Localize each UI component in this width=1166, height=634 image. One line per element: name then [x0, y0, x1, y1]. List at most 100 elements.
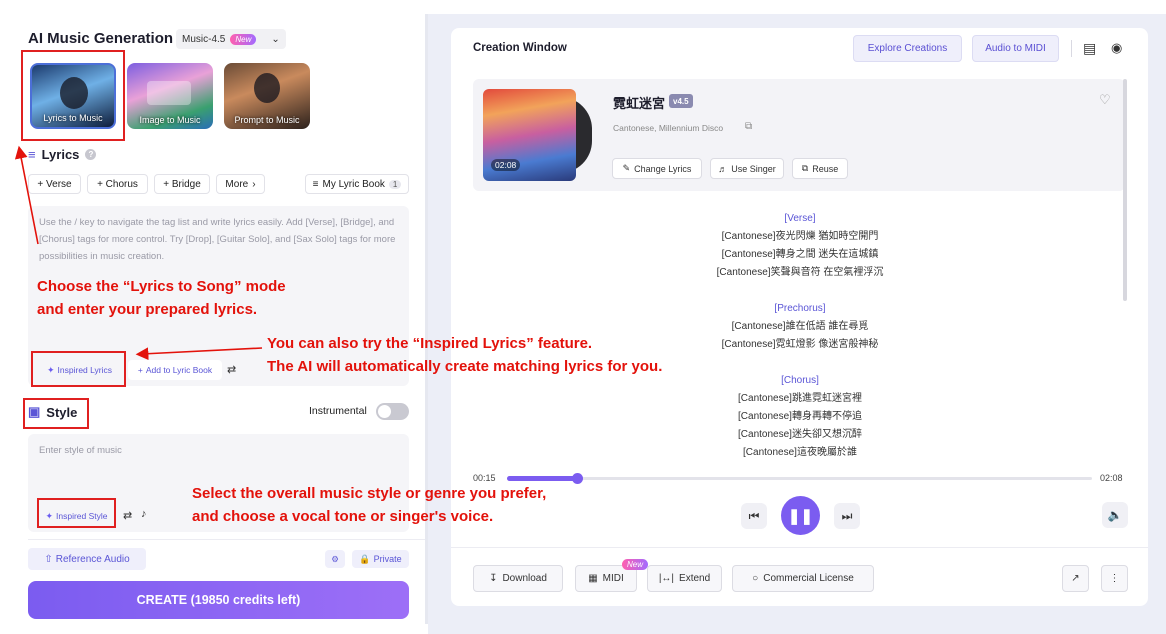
download-button[interactable]: ↧ Download	[473, 565, 563, 592]
change-lyrics-label: Change Lyrics	[634, 163, 692, 174]
new-badge: New	[230, 33, 257, 45]
lyrics-section-tag: [Verse]	[784, 213, 816, 224]
annotation-line: You can also try the “Inspired Lyrics” f…	[267, 335, 593, 352]
reuse-label: Reuse	[812, 163, 839, 174]
voice-icon[interactable]: ♪	[141, 508, 147, 520]
lyrics-placeholder: Use the / key to navigate the tag list a…	[39, 217, 396, 262]
settings-gear-icon[interactable]: ⚙	[325, 550, 345, 568]
help-icon[interactable]: ?	[85, 149, 97, 160]
next-track-icon[interactable]: ⏭	[834, 503, 860, 529]
more-options-icon[interactable]: ⋮	[1101, 565, 1128, 592]
model-selector[interactable]: Music-4.5 New ⌄	[176, 29, 286, 49]
piano-icon: ▦	[588, 573, 598, 584]
extend-label: Extend	[679, 573, 711, 584]
lyrics-gap	[560, 282, 1040, 300]
annotation-line: Choose the “Lyrics to Song” mode	[37, 278, 286, 295]
lyric-book-label: My Lyric Book	[322, 178, 385, 190]
reference-audio-label: Reference Audio	[55, 553, 130, 565]
creation-window-title: Creation Window	[473, 42, 567, 54]
header-divider	[1071, 40, 1072, 57]
chevron-right-icon: ›	[252, 178, 256, 190]
section-divider	[28, 539, 425, 540]
edit-icon: ✎	[622, 163, 631, 173]
lock-icon: 🔒	[359, 553, 371, 564]
instrumental-label: Instrumental	[309, 405, 367, 417]
download-icon: ↧	[489, 573, 498, 584]
list-settings-icon[interactable]: ▤	[1083, 40, 1096, 57]
add-to-lyric-book-label: Add to Lyric Book	[145, 365, 213, 375]
add-to-lyric-book-button[interactable]: + Add to Lyric Book	[128, 360, 222, 380]
lyrics-heading: ≡ Lyrics ?	[28, 147, 97, 162]
private-toggle[interactable]: 🔒 Private	[352, 550, 409, 568]
add-bridge-chip[interactable]: + Bridge	[154, 174, 210, 194]
style-placeholder: Enter style of music	[39, 445, 122, 456]
download-label: Download	[502, 573, 547, 584]
mode-prompt-to-music[interactable]: Prompt to Music	[224, 63, 310, 129]
highlight-box-inspired-style	[37, 498, 116, 528]
highlight-box-mode	[21, 50, 125, 141]
midi-new-badge: New	[622, 559, 649, 570]
lyrics-section-tag: [Prechorus]	[774, 303, 826, 314]
share-icon[interactable]: ↗	[1062, 565, 1089, 592]
add-chorus-chip[interactable]: + Chorus	[87, 174, 148, 194]
annotation-line: and choose a vocal tone or singer's voic…	[192, 508, 494, 525]
add-verse-chip[interactable]: + Verse	[28, 174, 81, 194]
instrumental-toggle[interactable]	[376, 403, 409, 420]
model-name: Music-4.5	[182, 33, 226, 45]
lyrics-line: [Cantonese]迷失卻又想沉醉	[738, 429, 862, 440]
annotation-line: Select the overall music style or genre …	[192, 485, 547, 502]
mode-label: Image to Music	[139, 115, 201, 125]
explore-creations-button[interactable]: Explore Creations	[853, 35, 962, 62]
lyric-book-icon: ≡	[312, 178, 319, 190]
app-title: AI Music Generation	[28, 30, 174, 47]
lyrics-line: [Cantonese]笑聲與音符 在空氣裡浮沉	[716, 267, 884, 278]
lyrics-line: [Cantonese]跳進霓虹迷宮裡	[738, 393, 862, 404]
discord-icon[interactable]: ◉	[1111, 40, 1122, 56]
progress-track[interactable]	[507, 477, 1092, 480]
annotation-style: Select the overall music style or genre …	[192, 482, 546, 528]
annotation-line: and enter your prepared lyrics.	[37, 301, 258, 318]
commercial-license-button[interactable]: ○ Commercial License	[732, 565, 874, 592]
plus-icon: +	[137, 365, 143, 375]
shuffle-icon[interactable]: ⇄	[227, 363, 236, 376]
singer-icon: ♬	[718, 163, 728, 174]
annotation-line: The AI will automatically create matchin…	[267, 358, 663, 375]
song-duration: 02:08	[491, 159, 521, 171]
lyrics-icon: ≡	[28, 147, 36, 162]
use-singer-label: Use Singer	[731, 163, 776, 174]
producer-figure-icon	[254, 73, 280, 103]
lyrics-line: [Cantonese]轉身之間 迷失在這城鎮	[721, 249, 879, 260]
change-lyrics-button[interactable]: ✎ Change Lyrics	[612, 158, 702, 179]
award-icon: ○	[752, 573, 759, 584]
extend-button[interactable]: |↔| Extend	[647, 565, 722, 592]
highlight-box-style	[23, 398, 89, 429]
previous-track-icon[interactable]: ⏮	[741, 503, 767, 529]
lyrics-scrollbar[interactable]	[1123, 79, 1127, 301]
lyric-book-count: 1	[388, 179, 402, 189]
reuse-button[interactable]: ⧉ Reuse	[792, 158, 848, 179]
image-frame-icon	[147, 81, 191, 105]
shuffle-icon[interactable]: ⇄	[123, 509, 132, 522]
my-lyric-book-button[interactable]: ≡ My Lyric Book 1	[305, 174, 409, 194]
progress-fill	[507, 476, 578, 481]
mode-image-to-music[interactable]: Image to Music	[127, 63, 213, 129]
version-badge: v4.5	[669, 94, 693, 108]
use-singer-button[interactable]: ♬ Use Singer	[710, 158, 784, 179]
annotation-lyrics-mode: Choose the “Lyrics to Song” mode and ent…	[37, 275, 286, 321]
lyrics-line: [Cantonese]這夜晚屬於誰	[743, 447, 857, 458]
song-tags: Cantonese, Millennium Disco	[613, 123, 724, 133]
lyrics-line: [Cantonese]轉身再轉不停追	[738, 411, 862, 422]
reuse-icon: ⧉	[801, 163, 809, 173]
volume-icon[interactable]: 🔈	[1102, 502, 1128, 528]
copy-icon[interactable]: ⧉	[745, 121, 752, 132]
create-button[interactable]: CREATE (19850 credits left)	[28, 581, 409, 619]
bottom-divider	[451, 547, 1148, 548]
song-title: 霓虹迷宮	[613, 96, 666, 111]
audio-to-midi-button[interactable]: Audio to MIDI	[972, 35, 1059, 62]
heart-icon[interactable]: ♡	[1099, 92, 1111, 108]
lyrics-heading-label: Lyrics	[41, 147, 80, 162]
pause-button[interactable]: ❚❚	[781, 496, 820, 535]
reference-audio-button[interactable]: ⇧ Reference Audio	[28, 548, 146, 570]
extend-icon: |↔|	[658, 573, 675, 584]
more-chip[interactable]: More ›	[216, 174, 265, 194]
